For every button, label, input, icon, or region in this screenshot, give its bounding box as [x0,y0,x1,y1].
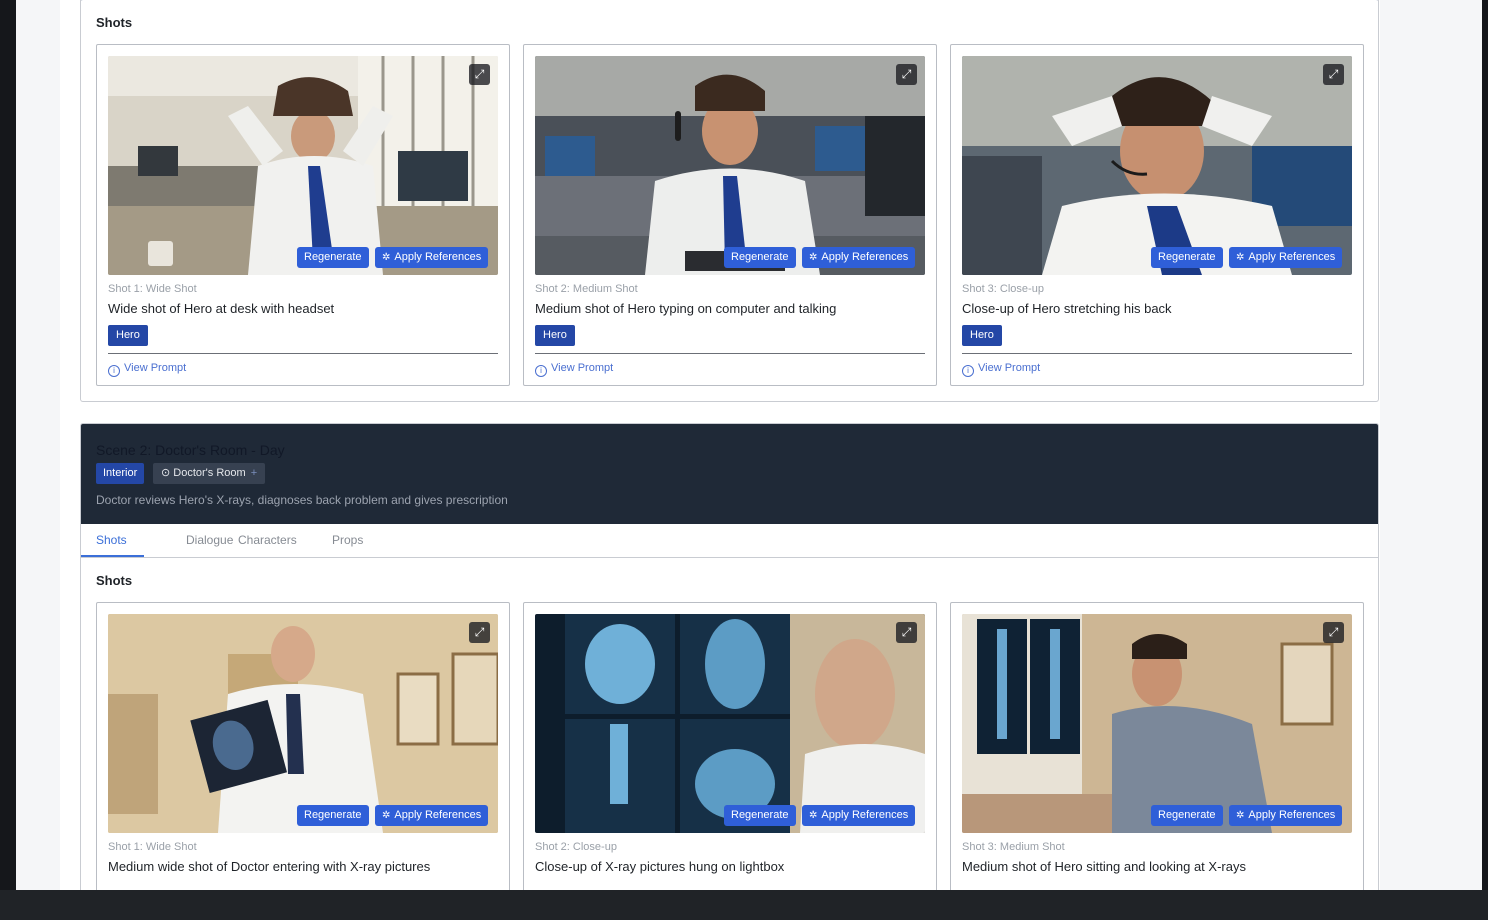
shot-label: Shot 3: Medium Shot [962,841,1065,853]
shot-description: Close-up of X-ray pictures hung on light… [535,859,785,874]
expand-icon[interactable]: ⤢ [1323,622,1344,643]
view-prompt-label: View Prompt [124,362,187,374]
tab-characters[interactable]: Characters [238,533,297,547]
setting-tag[interactable]: Interior [96,463,145,484]
regenerate-button[interactable]: Regenerate [297,805,369,826]
divider [962,353,1352,354]
shot-card: ⤢ Regenerate ✲ Apply References Shot 2: C… [523,602,937,890]
window-frame-right [1482,0,1488,890]
browser-viewport: Shots ⤢ Regenerate ✲ Apply References Sh… [16,0,1482,890]
shot-image[interactable]: ⤢ Regenerate ✲ Apply References [108,614,498,833]
shot-description: Medium shot of Hero typing on computer a… [535,301,837,316]
info-icon: i [535,365,547,377]
shots-section-title: Shots [96,15,133,30]
shot-card: ⤢ Regenerate ✲ Apply References Shot 1: W… [96,602,510,890]
active-tab-indicator [81,555,144,557]
shot-card: ⤢ Regenerate ✲ Apply References Shot 3: M… [950,602,1364,890]
apply-references-label: Apply References [394,251,482,263]
apply-references-label: Apply References [394,809,482,821]
scene-1-card: Shots ⤢ Regenerate ✲ Apply References Sh… [80,0,1379,402]
shot-description: Medium wide shot of Doctor entering with… [108,859,431,874]
tab-shots[interactable]: Shots [96,533,127,547]
apply-references-button[interactable]: ✲ Apply References [375,247,489,268]
location-label: Doctor's Room [173,467,246,479]
shot-card: ⤢ Regenerate ✲ Apply References Shot 1: W… [96,44,510,386]
regenerate-button[interactable]: Regenerate [297,247,369,268]
shot-image[interactable]: ⤢ Regenerate ✲ Apply References [962,614,1352,833]
info-icon: i [962,365,974,377]
apply-references-label: Apply References [821,809,909,821]
shot-label: Shot 2: Close-up [535,841,617,853]
apply-references-button[interactable]: ✲ Apply References [802,247,916,268]
view-prompt-label: View Prompt [978,362,1041,374]
shot-card: ⤢ Regenerate ✲ Apply References Shot 2: M… [523,44,937,386]
regenerate-button[interactable]: Regenerate [724,247,796,268]
shot-card: ⤢ Regenerate ✲ Apply References Shot 3: C… [950,44,1364,386]
shot-label: Shot 1: Wide Shot [108,841,197,853]
regenerate-button[interactable]: Regenerate [1151,247,1223,268]
expand-icon[interactable]: ⤢ [896,622,917,643]
apply-references-button[interactable]: ✲ Apply References [1229,247,1343,268]
scene-tabs: Shots Dialogue Characters Props [81,524,1378,558]
sparkle-icon: ✲ [1236,810,1245,821]
character-tag[interactable]: Hero [962,325,1002,346]
window-frame-left [0,0,16,890]
shot-image[interactable]: ⤢ Regenerate ✲ Apply References [108,56,498,275]
scene-2-card: Scene 2: Doctor's Room - Day Interior ⊙ … [80,423,1379,890]
divider [108,353,498,354]
apply-references-button[interactable]: ✲ Apply References [1229,805,1343,826]
expand-icon[interactable]: ⤢ [469,622,490,643]
view-prompt-link[interactable]: i View Prompt [962,362,1040,377]
apply-references-button[interactable]: ✲ Apply References [802,805,916,826]
storyboard-page: Shots ⤢ Regenerate ✲ Apply References Sh… [60,0,1380,890]
divider [535,353,925,354]
shot-label: Shot 1: Wide Shot [108,283,197,295]
shot-image[interactable]: ⤢ Regenerate ✲ Apply References [535,56,925,275]
apply-references-label: Apply References [821,251,909,263]
shots-section-title: Shots [96,573,133,588]
apply-references-label: Apply References [1248,809,1336,821]
location-tag[interactable]: ⊙ Doctor's Room + [153,463,266,484]
scene-description: Doctor reviews Hero's X-rays, diagnoses … [96,493,508,507]
sparkle-icon: ✲ [809,810,818,821]
apply-references-label: Apply References [1248,251,1336,263]
taskbar [0,890,1488,920]
scene-title: Scene 2: Doctor's Room - Day [96,442,285,458]
expand-icon[interactable]: ⤢ [1323,64,1344,85]
expand-icon[interactable]: ⤢ [469,64,490,85]
regenerate-button[interactable]: Regenerate [1151,805,1223,826]
shot-image[interactable]: ⤢ Regenerate ✲ Apply References [962,56,1352,275]
shot-label: Shot 2: Medium Shot [535,283,638,295]
location-pin-icon: ⊙ [161,467,174,479]
view-prompt-link[interactable]: i View Prompt [535,362,613,377]
sparkle-icon: ✲ [809,252,818,263]
shot-description: Close-up of Hero stretching his back [962,301,1172,316]
view-prompt-link[interactable]: i View Prompt [108,362,186,377]
character-tag[interactable]: Hero [108,325,148,346]
sparkle-icon: ✲ [382,810,391,821]
view-prompt-label: View Prompt [551,362,614,374]
shot-label: Shot 3: Close-up [962,283,1044,295]
apply-references-button[interactable]: ✲ Apply References [375,805,489,826]
shot-description: Wide shot of Hero at desk with headset [108,301,335,316]
character-tag[interactable]: Hero [535,325,575,346]
scene-header: Scene 2: Doctor's Room - Day Interior ⊙ … [81,424,1378,524]
tab-props[interactable]: Props [332,533,363,547]
plus-icon[interactable]: + [251,467,257,479]
expand-icon[interactable]: ⤢ [896,64,917,85]
shot-image[interactable]: ⤢ Regenerate ✲ Apply References [535,614,925,833]
regenerate-button[interactable]: Regenerate [724,805,796,826]
sparkle-icon: ✲ [382,252,391,263]
sparkle-icon: ✲ [1236,252,1245,263]
shot-description: Medium shot of Hero sitting and looking … [962,859,1246,874]
tab-dialogue[interactable]: Dialogue [186,533,233,547]
info-icon: i [108,365,120,377]
